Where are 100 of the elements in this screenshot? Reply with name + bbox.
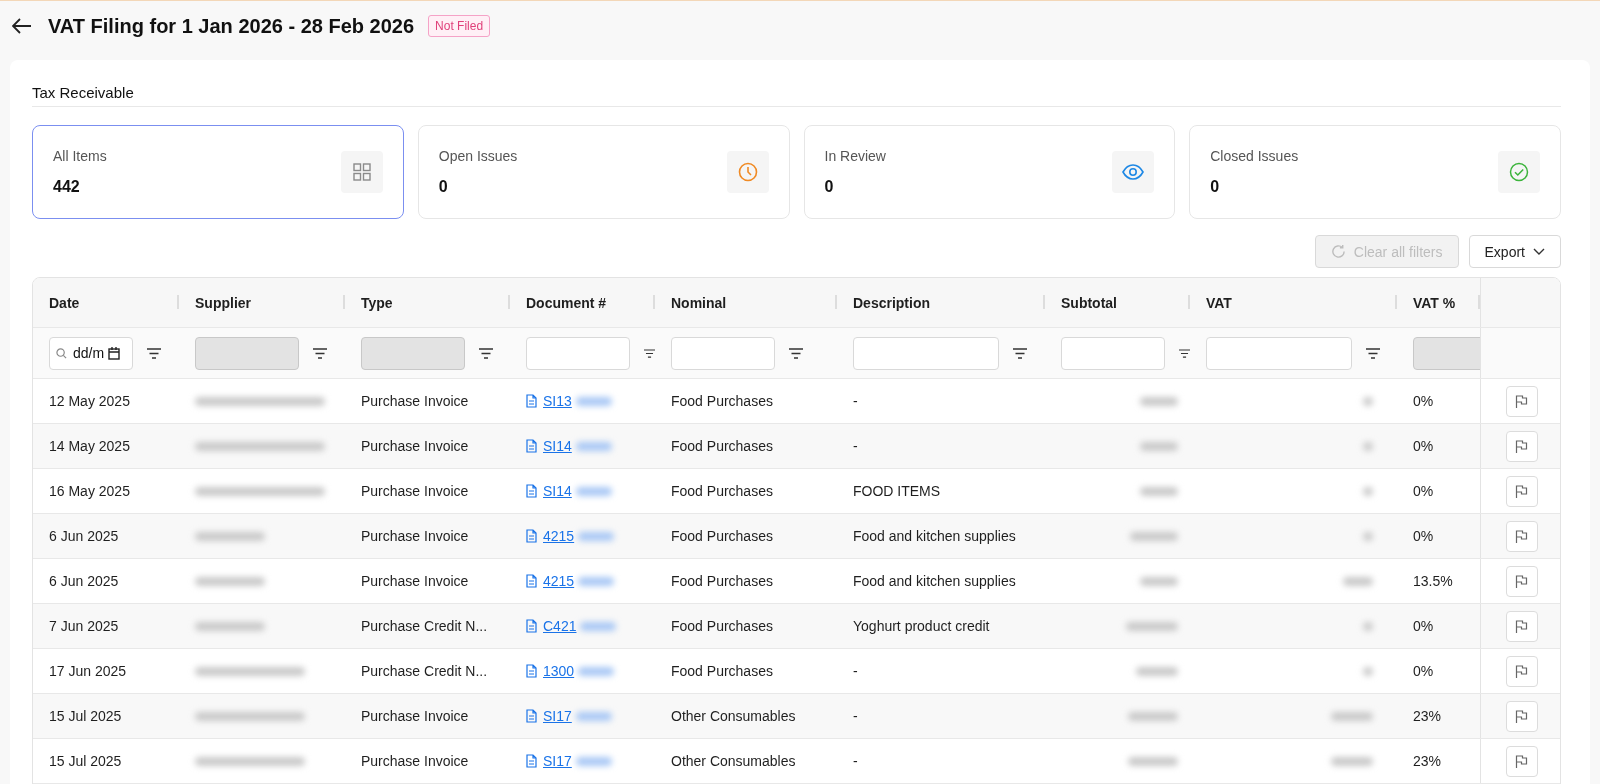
document-icon [526, 439, 537, 453]
document-link[interactable]: 4215 [543, 528, 575, 544]
table-cell: Other Consumables [671, 753, 796, 769]
document-link[interactable]: SI14 [543, 483, 572, 499]
table-cell: Food Purchases [671, 663, 773, 679]
blurred-text [575, 396, 612, 406]
status-badge: Not Filed [428, 15, 491, 37]
summary-card[interactable]: Open Issues 0 [417, 125, 790, 219]
flag-button[interactable] [1505, 565, 1538, 597]
table-cell: Purchase Invoice [361, 438, 469, 454]
table-cell: Purchase Invoice [361, 483, 469, 499]
table-cell: Purchase Invoice [361, 528, 469, 544]
blurred-text [1343, 576, 1373, 586]
document-icon [526, 709, 537, 723]
filter-icon[interactable] [1179, 347, 1190, 359]
document-link[interactable]: C421 [543, 618, 577, 634]
section-title: Tax Receivable [32, 84, 1561, 107]
card-label: All Items [53, 148, 107, 164]
calendar-icon[interactable] [108, 346, 121, 360]
flag-button[interactable] [1505, 475, 1538, 507]
filter-icon[interactable] [644, 347, 655, 359]
document-icon [526, 394, 537, 408]
card-count: 0 [1210, 178, 1221, 196]
table-cell: 13.5% [1413, 573, 1453, 589]
document-icon [526, 619, 537, 633]
blurred-text [575, 711, 612, 721]
summary-card[interactable]: Closed Issues 0 [1189, 125, 1561, 219]
column-header: Document # [526, 294, 607, 311]
document-link[interactable]: 4215 [543, 573, 575, 589]
flag-button[interactable] [1505, 655, 1538, 687]
document-link[interactable]: SI17 [543, 708, 572, 724]
document-icon [526, 529, 537, 543]
blurred-text [1363, 666, 1373, 676]
column-header: Subtotal [1061, 294, 1117, 311]
flag-button[interactable] [1505, 700, 1538, 732]
flag-icon [1515, 394, 1528, 408]
filter-icon[interactable] [147, 347, 161, 359]
table-cell: Purchase Invoice [361, 708, 469, 724]
filter-field[interactable] [853, 336, 999, 370]
table-cell: 0% [1413, 618, 1434, 634]
column-header: VAT % [1413, 294, 1456, 311]
export-button[interactable]: Export [1468, 235, 1561, 268]
filter-icon[interactable] [1366, 347, 1380, 359]
flag-button[interactable] [1505, 520, 1538, 552]
column-header: Description [853, 294, 930, 311]
back-arrow-icon[interactable] [12, 18, 32, 34]
table-cell: 6 Jun 2025 [49, 573, 119, 589]
table-cell: Yoghurt product credit [853, 618, 990, 634]
document-link[interactable]: SI13 [543, 393, 572, 409]
blurred-text [1140, 486, 1178, 496]
blurred-text [1136, 666, 1178, 676]
table-cell: Food Purchases [671, 393, 773, 409]
flag-icon [1515, 574, 1528, 588]
blurred-text [1331, 756, 1373, 766]
filter-field[interactable] [671, 336, 775, 370]
table-cell: 15 Jul 2025 [49, 753, 122, 769]
card-count: 0 [438, 178, 449, 196]
table-cell: Purchase Credit N... [361, 618, 488, 634]
table-cell: Food Purchases [671, 618, 773, 634]
flag-icon [1515, 664, 1528, 678]
flag-button[interactable] [1505, 430, 1538, 462]
blurred-text [575, 756, 612, 766]
blurred-text [1128, 711, 1178, 721]
summary-card[interactable]: All Items 442 [32, 125, 404, 219]
table-cell: 12 May 2025 [49, 393, 130, 409]
flag-button[interactable] [1505, 745, 1538, 777]
card-label: In Review [824, 148, 886, 164]
document-link[interactable]: 1300 [543, 663, 575, 679]
search-icon [56, 347, 67, 359]
table-cell: 0% [1413, 483, 1434, 499]
column-header: VAT [1206, 294, 1232, 311]
table-cell: Food Purchases [671, 483, 773, 499]
flag-button[interactable] [1505, 610, 1538, 642]
document-link[interactable]: SI14 [543, 438, 572, 454]
blurred-text [1331, 711, 1373, 721]
blurred-text [575, 486, 612, 496]
table-cell: - [853, 393, 858, 409]
filter-field[interactable] [1206, 336, 1352, 370]
flag-button[interactable] [1505, 385, 1538, 417]
filter-icon[interactable] [479, 347, 493, 359]
filter-field[interactable] [526, 336, 630, 370]
table-cell: Food Purchases [671, 438, 773, 454]
blurred-text [580, 621, 617, 631]
blurred-text [578, 576, 615, 586]
filter-field[interactable]: dd/m [49, 336, 133, 370]
filter-icon[interactable] [1013, 347, 1027, 359]
blurred-text [1126, 621, 1178, 631]
blurred-text [1140, 396, 1178, 406]
summary-card[interactable]: In Review 0 [803, 125, 1176, 219]
document-icon [526, 754, 537, 768]
table-cell: Food Purchases [671, 528, 773, 544]
table-cell: 23% [1413, 753, 1442, 769]
filter-icon[interactable] [313, 347, 327, 359]
filter-field[interactable] [1061, 336, 1165, 370]
document-link[interactable]: SI17 [543, 753, 572, 769]
table-cell: - [853, 753, 858, 769]
table-cell: 0% [1413, 663, 1434, 679]
flag-icon [1515, 439, 1528, 453]
filter-icon[interactable] [789, 347, 803, 359]
document-icon [526, 484, 537, 498]
